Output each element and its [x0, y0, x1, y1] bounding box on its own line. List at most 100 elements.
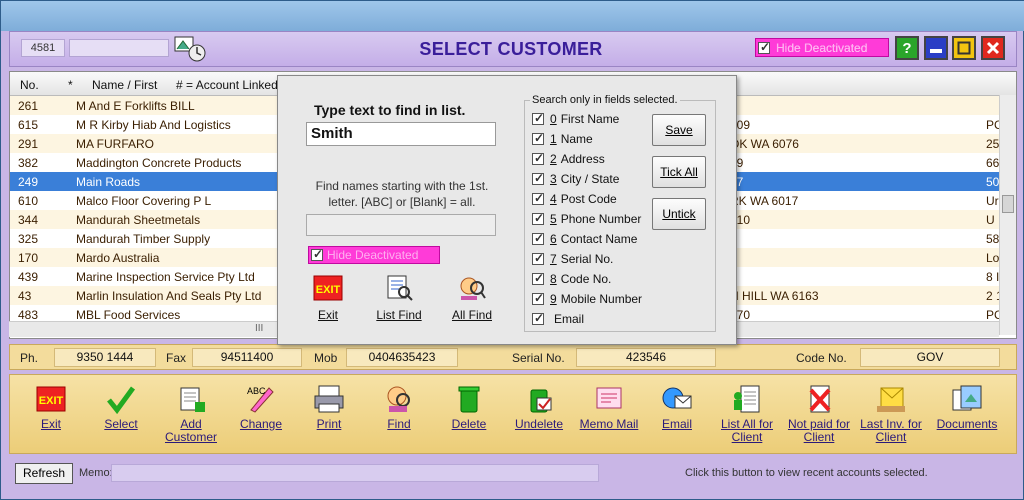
toolbar-label: Select	[104, 417, 138, 431]
list-all-for-client-button[interactable]: List All for Client	[712, 383, 782, 444]
select-button[interactable]: Select	[86, 383, 156, 431]
fax-value: 94511400	[192, 348, 302, 367]
cell-no: 249	[18, 175, 39, 189]
dialog-exit-button[interactable]: EXIT Exit	[308, 272, 348, 322]
search-field-option[interactable]: 3City / State	[532, 171, 619, 186]
exit-button[interactable]: EXIT Exit	[16, 383, 86, 431]
cell-r2: Ur	[986, 194, 999, 208]
add-customer-button[interactable]: Add Customer	[156, 383, 226, 444]
recent-accounts-icon[interactable]	[173, 35, 207, 63]
search-field-option[interactable]: 2Address	[532, 151, 605, 166]
column-header[interactable]: *	[68, 78, 73, 92]
field-checkbox[interactable]	[532, 131, 544, 145]
cell-no: 170	[18, 251, 39, 265]
scroll-thumb[interactable]: III	[255, 323, 263, 334]
starting-letter-input[interactable]	[306, 214, 496, 236]
scroll-thumb[interactable]	[1002, 195, 1014, 213]
list-find-label: List Find	[376, 308, 422, 322]
cell-name: M And E Forklifts BILL	[76, 99, 195, 113]
change-button[interactable]: ABC Change	[226, 383, 296, 431]
cell-name: MA FURFARO	[76, 137, 155, 151]
email-button[interactable]: Email	[642, 383, 712, 431]
tick-all-button[interactable]: Tick All	[652, 156, 706, 188]
untick-button[interactable]: Untick	[652, 198, 706, 230]
column-header[interactable]: # = Account Linked	[176, 78, 278, 92]
code-label: Code No.	[796, 351, 847, 365]
add-customer-icon	[174, 383, 208, 415]
search-field-option[interactable]: 7Serial No.	[532, 251, 613, 266]
not-paid-for-client-button[interactable]: Not paid for Client	[784, 383, 854, 444]
search-field-option[interactable]: 1Name	[532, 131, 593, 146]
field-checkbox[interactable]	[532, 211, 544, 225]
all-find-label: All Find	[451, 308, 492, 322]
field-checkbox[interactable]	[532, 191, 544, 205]
dialog-hide-deactivated-toggle[interactable]: Hide Deactivated	[308, 246, 440, 264]
cell-r2: 58	[986, 232, 1000, 246]
cell-name: Main Roads	[76, 175, 141, 189]
undelete-button[interactable]: Undelete	[504, 383, 574, 431]
toolbar-label: Memo Mail	[579, 417, 639, 431]
untick-label: Untick	[662, 207, 696, 221]
search-field-option[interactable]: 6Contact Name	[532, 231, 637, 246]
search-field-option[interactable]: Email	[532, 311, 585, 326]
cell-r1: OK WA 6076	[730, 137, 799, 151]
all-find-icon	[455, 272, 489, 304]
field-checkbox[interactable]	[532, 311, 544, 325]
column-header[interactable]: Name / First	[92, 78, 157, 92]
maximize-button[interactable]	[952, 36, 976, 60]
field-key: 3	[550, 172, 557, 186]
search-field-option[interactable]: 9Mobile Number	[532, 291, 642, 306]
cell-r1: N HILL WA 6163	[730, 289, 819, 303]
list-all-for-client-icon	[730, 383, 764, 415]
search-field-option[interactable]: 5Phone Number	[532, 211, 641, 226]
phone-value: 9350 1444	[54, 348, 156, 367]
last-inv-for-client-button[interactable]: Last Inv. for Client	[856, 383, 926, 444]
column-header[interactable]: No.	[20, 78, 39, 92]
change-icon: ABC	[244, 383, 278, 415]
search-field-option[interactable]: 0First Name	[532, 111, 619, 126]
field-checkbox[interactable]	[532, 151, 544, 165]
field-checkbox[interactable]	[532, 111, 544, 125]
save-button[interactable]: Save	[652, 114, 706, 146]
print-button[interactable]: Print	[294, 383, 364, 431]
memo-mail-button[interactable]: Memo Mail	[574, 383, 644, 431]
field-checkbox[interactable]	[532, 231, 544, 245]
select-icon	[104, 383, 138, 415]
toolbar-label: Change	[239, 417, 283, 431]
minimize-button[interactable]	[924, 36, 948, 60]
field-checkbox[interactable]	[532, 251, 544, 265]
cell-r2: 25	[986, 137, 1000, 151]
field-key: 1	[550, 132, 557, 146]
hide-deactivated-checkbox[interactable]	[758, 40, 770, 54]
find-dialog: Type text to find in list. Smith Find na…	[277, 75, 737, 345]
minimize-icon	[930, 49, 942, 53]
field-key: 8	[550, 272, 557, 286]
hide-deactivated-toggle[interactable]: Hide Deactivated	[755, 38, 889, 57]
field-checkbox[interactable]	[532, 291, 544, 305]
search-field-option[interactable]: 4Post Code	[532, 191, 617, 206]
refresh-button[interactable]: Refresh	[15, 463, 73, 484]
toolbar-label: Delete	[451, 417, 487, 431]
find-button[interactable]: Find	[364, 383, 434, 431]
hide-deactivated-label: Hide Deactivated	[776, 40, 868, 55]
toolbar-label: List All for Client	[720, 417, 774, 444]
quick-search-box[interactable]	[69, 39, 169, 57]
all-find-button[interactable]: All Find	[450, 272, 494, 322]
search-field-option[interactable]: 8Code No.	[532, 271, 611, 286]
close-button[interactable]	[981, 36, 1005, 60]
help-button[interactable]: ?	[895, 36, 919, 60]
toolbar-label: Not paid for Client	[787, 417, 851, 444]
serial-label: Serial No.	[512, 351, 565, 365]
toolbar-label: Add Customer	[164, 417, 217, 444]
field-checkbox[interactable]	[532, 171, 544, 185]
field-label: Email	[554, 312, 585, 326]
cell-no: 382	[18, 156, 39, 170]
delete-button[interactable]: Delete	[434, 383, 504, 431]
list-find-button[interactable]: List Find	[374, 272, 424, 322]
field-checkbox[interactable]	[532, 271, 544, 285]
memo-field[interactable]	[111, 464, 599, 482]
documents-button[interactable]: Documents	[932, 383, 1002, 431]
dialog-hide-deactivated-checkbox[interactable]	[311, 247, 323, 261]
vertical-scrollbar[interactable]	[999, 95, 1016, 335]
search-input[interactable]: Smith	[306, 122, 496, 146]
